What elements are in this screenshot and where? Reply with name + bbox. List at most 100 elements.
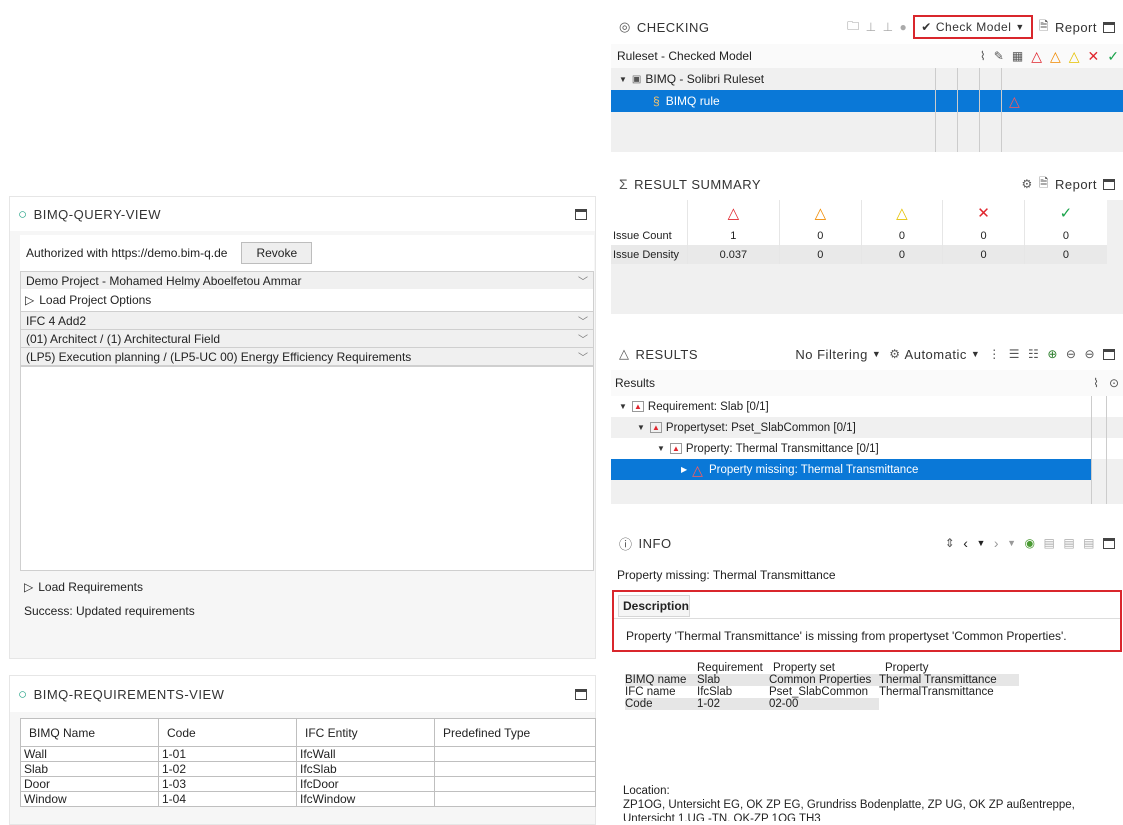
list-view-icon[interactable]: ☰ bbox=[1009, 347, 1020, 361]
import-icon[interactable]: ⊥ bbox=[866, 20, 877, 34]
table-cell: Wall bbox=[20, 746, 159, 762]
checking-title-bar: ◎ CHECKING 🗀 ⊥ ⊥ ● ✔ Check Model ▼ 🗎 Rep… bbox=[611, 10, 1123, 44]
result-item-requirement[interactable]: ▼ ▲ Requirement: Slab [0/1] bbox=[611, 396, 1123, 417]
group-view-icon[interactable]: ☷ bbox=[1028, 347, 1039, 361]
requirements-title-bar: ○ BIMQ-REQUIREMENTS-VIEW bbox=[10, 676, 595, 712]
summary-table: △ △ △ ✕ ✓ Issue Count 1 0 0 0 0 Issue De… bbox=[611, 200, 1107, 264]
propertyset-icon: ▲ bbox=[649, 422, 662, 433]
results-clip-icon[interactable]: ⌇ bbox=[1093, 376, 1099, 390]
table-cell bbox=[434, 791, 596, 807]
summary-maximize-icon[interactable] bbox=[1103, 178, 1115, 190]
rule-name: BIMQ rule bbox=[665, 94, 720, 108]
tree-view-icon[interactable]: ⋮ bbox=[988, 347, 1001, 361]
check-model-button[interactable]: ✔ Check Model ▼ bbox=[913, 15, 1033, 39]
ifc-version-select[interactable]: IFC 4 Add2 ﹀ bbox=[20, 311, 594, 330]
description-tab[interactable]: Description bbox=[618, 595, 690, 617]
expand-icon[interactable]: ▼ bbox=[619, 402, 627, 411]
down-caret-icon[interactable]: ▼ bbox=[976, 538, 985, 548]
down-caret-icon-2[interactable]: ▼ bbox=[1007, 538, 1016, 548]
table-row[interactable]: Wall 1-01 IfcWall bbox=[20, 746, 596, 762]
property-icon: ▲ bbox=[669, 443, 682, 454]
filter-dropdown[interactable]: No Filtering ▼ bbox=[795, 347, 881, 362]
revoke-button[interactable]: Revoke bbox=[241, 242, 313, 264]
slide-icon-2[interactable]: ⊖ bbox=[1066, 347, 1077, 361]
column-header[interactable]: IFC Entity bbox=[296, 718, 435, 747]
caret-down-icon: ▼ bbox=[1015, 22, 1025, 32]
info-table-row: Code 1-02 02-00 bbox=[625, 698, 1019, 710]
rule-item[interactable]: § BIMQ rule △ bbox=[611, 90, 1123, 112]
status-text: Success: Updated requirements bbox=[24, 604, 195, 618]
load-requirements-toggle[interactable]: ▷ Load Requirements bbox=[20, 575, 594, 599]
table-row[interactable]: Window 1-04 IfcWindow bbox=[20, 791, 596, 807]
results-tree: Results ⌇ ⊙ ▼ ▲ Requirement: Slab [0/1] … bbox=[611, 370, 1123, 504]
table-row[interactable]: Slab 1-02 IfcSlab bbox=[20, 761, 596, 777]
result-item-property[interactable]: ▼ ▲ Property: Thermal Transmittance [0/1… bbox=[611, 438, 1123, 459]
clipboard-icon-2[interactable]: ▤ bbox=[1063, 536, 1075, 550]
result-item-propertyset[interactable]: ▼ ▲ Propertyset: Pset_SlabCommon [0/1] bbox=[611, 417, 1123, 438]
results-triangle-icon: △ bbox=[619, 346, 630, 361]
requirements-header-row: BIMQ Name Code IFC Entity Predefined Typ… bbox=[20, 718, 596, 747]
table-cell: IfcWall bbox=[296, 746, 435, 762]
paperclip-icon[interactable]: ⌇ bbox=[980, 49, 986, 63]
table-row[interactable]: Door 1-03 IfcDoor bbox=[20, 776, 596, 792]
ruleset-item[interactable]: ▼ ▣ BIMQ - Solibri Ruleset bbox=[611, 68, 1123, 90]
query-title: BIMQ-QUERY-VIEW bbox=[33, 206, 161, 222]
slide-icon-1[interactable]: ⊕ bbox=[1047, 347, 1058, 361]
summary-report-button[interactable]: Report bbox=[1055, 177, 1097, 192]
info-table-row: BIMQ name Slab Common Properties Thermal… bbox=[625, 674, 1019, 686]
table-cell bbox=[434, 776, 596, 792]
load-options-toggle[interactable]: ▷ Load Project Options bbox=[20, 289, 594, 311]
requirements-table: BIMQ Name Code IFC Entity Predefined Typ… bbox=[20, 718, 596, 807]
info-cell: 1-02 bbox=[697, 698, 721, 710]
result-item-missing[interactable]: ▶ △ Property missing: Thermal Transmitta… bbox=[611, 459, 1091, 480]
column-header[interactable]: Code bbox=[158, 718, 297, 747]
record-icon[interactable]: ● bbox=[900, 20, 908, 34]
checking-icon: ◎ bbox=[619, 19, 631, 34]
collapse-icon[interactable]: ▶ bbox=[681, 465, 687, 474]
summary-row-density: Issue Density 0.037 0 0 0 0 bbox=[611, 245, 1107, 264]
results-camera-icon[interactable]: ⊙ bbox=[1109, 376, 1119, 390]
grid-icon[interactable]: ▦ bbox=[1012, 49, 1023, 63]
color-icon[interactable]: ◉ bbox=[1024, 536, 1035, 550]
settings-report-icon[interactable]: ⚙ bbox=[1022, 177, 1033, 191]
wrench-icon[interactable]: ✎ bbox=[994, 49, 1004, 63]
slide-icon-3[interactable]: ⊖ bbox=[1084, 347, 1095, 361]
clipboard-icon-3[interactable]: ▤ bbox=[1083, 536, 1095, 550]
report-button[interactable]: Report bbox=[1055, 20, 1097, 35]
auto-dropdown[interactable]: ⚙ Automatic ▼ bbox=[889, 347, 980, 362]
prev-icon[interactable]: ‹ bbox=[963, 535, 968, 551]
maximize-icon[interactable] bbox=[1103, 21, 1115, 33]
chevron-down-icon: ﹀ bbox=[578, 277, 588, 288]
expand-icon[interactable]: ▼ bbox=[657, 444, 665, 453]
results-maximize-icon[interactable] bbox=[1103, 348, 1115, 360]
expand-icon[interactable]: ▼ bbox=[619, 75, 627, 84]
phase-select[interactable]: (LP5) Execution planning / (LP5-UC 00) E… bbox=[20, 347, 594, 366]
expand-icon[interactable]: ▼ bbox=[637, 423, 645, 432]
role-select[interactable]: (01) Architect / (1) Architectural Field… bbox=[20, 329, 594, 348]
requirements-list-area[interactable] bbox=[20, 366, 594, 571]
ruleset-name: BIMQ - Solibri Ruleset bbox=[645, 72, 765, 86]
info-col-header: Requirement bbox=[697, 662, 763, 674]
info-property-table: Requirement Property set Property BIMQ n… bbox=[625, 662, 1019, 710]
sort-icon[interactable]: ⇕ bbox=[945, 536, 956, 550]
summary-cell: 0 bbox=[1062, 229, 1069, 242]
role-value: (01) Architect / (1) Architectural Field bbox=[26, 331, 221, 346]
open-folder-icon[interactable]: 🗀 bbox=[847, 17, 860, 38]
column-header[interactable]: BIMQ Name bbox=[20, 718, 159, 747]
rule-section-icon: § bbox=[653, 94, 660, 108]
query-maximize-icon[interactable] bbox=[575, 208, 587, 220]
clipboard-icon-1[interactable]: ▤ bbox=[1043, 536, 1055, 550]
project-select[interactable]: Demo Project - Mohamed Helmy Aboelfetou … bbox=[20, 271, 594, 290]
info-maximize-icon[interactable] bbox=[1103, 537, 1115, 549]
info-cell: IFC name bbox=[625, 686, 676, 698]
report-icon[interactable]: 🗎 bbox=[1039, 17, 1049, 38]
requirements-maximize-icon[interactable] bbox=[575, 688, 587, 700]
summary-cell: 0 bbox=[861, 226, 944, 245]
summary-report-icon[interactable]: 🗎 bbox=[1039, 174, 1049, 195]
info-table-header: Requirement Property set Property bbox=[625, 662, 1019, 674]
column-header[interactable]: Predefined Type bbox=[434, 718, 596, 747]
next-icon[interactable]: › bbox=[994, 535, 999, 551]
summary-title-bar: Σ RESULT SUMMARY ⚙ 🗎 Report bbox=[611, 168, 1123, 200]
moderate-icon: △ bbox=[1049, 48, 1061, 64]
export-icon[interactable]: ⊥ bbox=[883, 20, 894, 34]
